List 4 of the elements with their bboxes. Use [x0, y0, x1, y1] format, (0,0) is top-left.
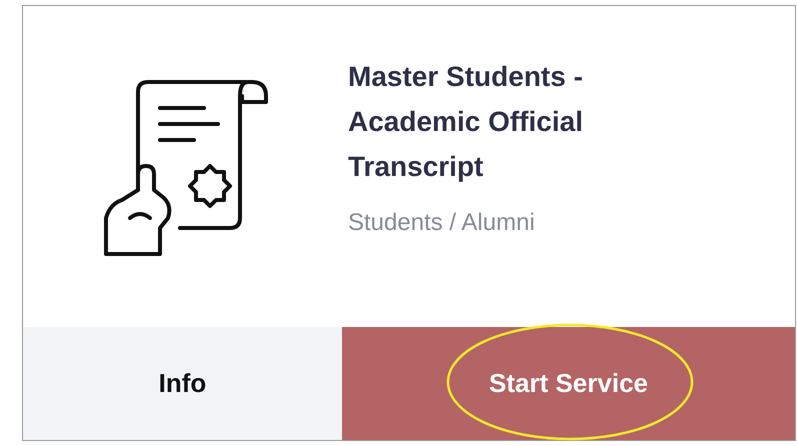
- service-title: Master Students - Academic Official Transcript: [348, 60, 584, 184]
- start-service-button[interactable]: Start Service: [342, 327, 795, 440]
- service-category: Students / Alumni: [348, 208, 536, 238]
- info-button[interactable]: Info: [23, 327, 342, 440]
